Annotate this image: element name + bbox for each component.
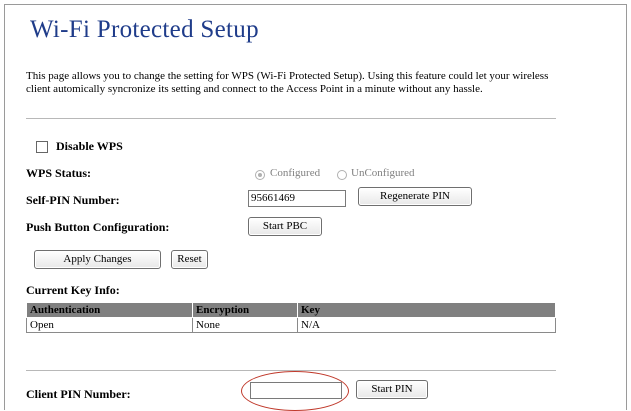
key-info-label: Current Key Info:: [26, 283, 120, 297]
disable-wps-checkbox[interactable]: [36, 141, 48, 153]
reset-button[interactable]: Reset: [171, 250, 208, 269]
client-pin-label: Client PIN Number:: [26, 387, 131, 401]
cell-encryption: None: [192, 317, 298, 333]
wps-status-label: WPS Status:: [26, 166, 92, 180]
key-info-table: Authentication Encryption Key Open None …: [26, 302, 556, 333]
self-pin-field[interactable]: 95661469: [248, 190, 346, 207]
page-title: Wi-Fi Protected Setup: [30, 16, 259, 43]
radio-configured-label: Configured: [270, 167, 321, 179]
disable-wps-label: Disable WPS: [56, 139, 123, 153]
start-pbc-button[interactable]: Start PBC: [248, 217, 322, 236]
highlight-ellipse: [241, 371, 349, 411]
radio-unconfigured[interactable]: [337, 170, 347, 180]
key-info-header-row: Authentication Encryption Key: [26, 302, 556, 318]
pbc-label: Push Button Configuration:: [26, 220, 170, 234]
header-authentication: Authentication: [26, 302, 193, 318]
cell-key: N/A: [297, 317, 556, 333]
self-pin-label: Self-PIN Number:: [26, 193, 120, 207]
regenerate-pin-button[interactable]: Regenerate PIN: [358, 187, 472, 206]
header-key: Key: [297, 302, 556, 318]
header-encryption: Encryption: [192, 302, 298, 318]
apply-changes-button[interactable]: Apply Changes: [34, 250, 161, 269]
cell-authentication: Open: [26, 317, 193, 333]
divider-top: [26, 118, 556, 119]
start-pin-button[interactable]: Start PIN: [356, 380, 428, 399]
radio-unconfigured-label: UnConfigured: [351, 167, 415, 179]
page-description: This page allows you to change the setti…: [26, 70, 549, 95]
radio-configured[interactable]: [255, 170, 265, 180]
table-row: Open None N/A: [26, 317, 556, 333]
